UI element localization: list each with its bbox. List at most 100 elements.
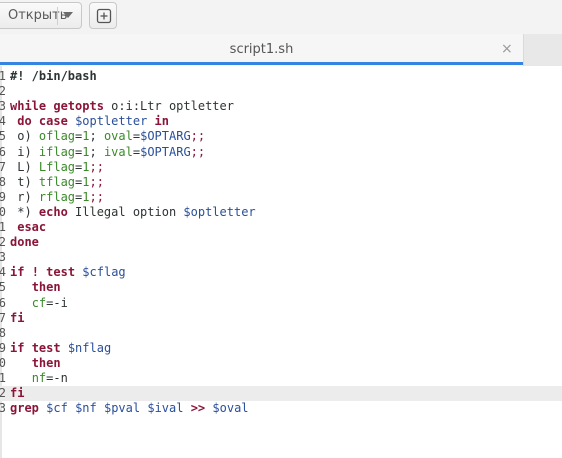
code-token: ; [89, 144, 104, 159]
line-number: 1 [0, 220, 6, 234]
line-number: 9 [0, 340, 6, 355]
code-line[interactable]: 1 #! /bin/bash [0, 69, 562, 84]
code-token: ival [103, 144, 133, 159]
code-line[interactable]: 4 do case $optletter in [0, 114, 562, 129]
code-token: iflag [38, 144, 76, 159]
line-number: 3 [0, 99, 6, 114]
code-token: then [31, 355, 61, 370]
code-token: rflag [38, 189, 76, 204]
code-line[interactable]: 3 while getopts o:i:Ltr optletter [0, 99, 562, 114]
code-token: ! [31, 265, 39, 280]
line-number: 1 [0, 69, 6, 83]
line-code: grep $cf $nf $pval $ival >> $oval [10, 401, 249, 416]
code-token: test [46, 265, 76, 280]
line-number: 1 [0, 371, 6, 385]
code-line[interactable]: 0 then [0, 356, 562, 371]
line-code: o) oflag=1; oval=$OPTARG;; [10, 129, 205, 144]
code-line[interactable]: 9 r) rflag=1;; [0, 190, 562, 205]
new-document-icon [96, 8, 112, 24]
line-code: do case $optletter in [10, 114, 169, 129]
close-icon[interactable]: × [501, 41, 513, 57]
code-token: ;; [190, 129, 206, 144]
code-line[interactable]: 2 [0, 84, 562, 99]
code-line[interactable]: 3 [0, 250, 562, 265]
line-code: while getopts o:i:Ltr optletter [10, 99, 234, 114]
code-token: t) [10, 174, 39, 189]
code-line[interactable]: 3 grep $cf $nf $pval $ival >> $oval [0, 401, 562, 416]
code-token: >> [190, 401, 206, 416]
code-token: ;; [89, 159, 104, 174]
code-line[interactable]: 2 fi [0, 386, 562, 402]
line-number: 2 [0, 386, 6, 401]
code-token: done [10, 235, 39, 250]
code-line[interactable]: 5 then [0, 280, 562, 295]
active-tab-indicator [0, 62, 523, 65]
code-token: do [17, 114, 32, 129]
code-token: #! /bin/bash [10, 69, 97, 83]
code-line[interactable]: 2 done [0, 235, 562, 250]
code-token: fi [10, 310, 25, 325]
code-token: 1 [82, 144, 90, 159]
line-code: fi [10, 311, 24, 326]
code-token: then [31, 280, 61, 295]
line-number: 8 [0, 325, 6, 340]
code-token: 1 [82, 159, 90, 174]
code-token: tflag [38, 174, 76, 189]
code-line[interactable]: 6 cf=-i [0, 296, 562, 311]
code-token: 1 [82, 174, 90, 189]
open-button[interactable]: Открыть [0, 2, 82, 29]
line-number: 5 [0, 280, 6, 295]
line-number: 6 [0, 295, 6, 310]
line-code: #! /bin/bash [10, 69, 97, 84]
code-token: oval [103, 129, 133, 144]
line-code: t) tflag=1;; [10, 175, 104, 190]
code-line[interactable]: 5 o) oflag=1; oval=$OPTARG;; [0, 129, 562, 144]
line-code: then [10, 356, 61, 371]
line-code: r) rflag=1;; [10, 190, 104, 205]
code-line[interactable]: 7 L) Lflag=1;; [0, 160, 562, 175]
code-token: o:i:Ltr optletter [103, 99, 234, 114]
code-editor[interactable]: 1 #! /bin/bash 2 3 while getopts o:i:Ltr opt… [0, 66, 562, 458]
code-line[interactable]: 6 i) iflag=1; ival=$OPTARG;; [0, 145, 562, 160]
code-token: *) [10, 204, 39, 219]
code-token: ;; [190, 144, 206, 159]
code-line[interactable]: 4 if ! test $cflag [0, 265, 562, 280]
line-number: 2 [0, 235, 6, 250]
code-line[interactable]: 1 nf=-n [0, 371, 562, 386]
code-line[interactable]: 8 t) tflag=1;; [0, 175, 562, 190]
code-token: $OPTARG [140, 129, 191, 144]
line-code: if test $nflag [10, 341, 111, 356]
code-token: =-n [46, 371, 68, 385]
code-token: = [132, 144, 141, 159]
code-token: $ival [147, 401, 184, 416]
code-token: Illegal option [67, 204, 184, 219]
code-line[interactable]: 8 [0, 326, 562, 341]
code-token: $optletter [183, 204, 256, 219]
new-document-button[interactable] [89, 2, 117, 29]
tab-title: script1.sh [229, 42, 294, 57]
code-token: $nflag [67, 340, 112, 355]
line-code: *) echo Illegal option $optletter [10, 204, 256, 220]
code-token: nf [31, 371, 47, 385]
chevron-down-icon[interactable] [63, 12, 73, 18]
code-line[interactable]: 7 fi [0, 311, 562, 326]
code-token: i) [10, 144, 39, 159]
line-number: 6 [0, 144, 6, 159]
line-number: 4 [0, 265, 6, 280]
code-line[interactable]: 9 if test $nflag [0, 341, 562, 356]
line-code: i) iflag=1; ival=$OPTARG;; [10, 145, 205, 160]
code-line[interactable]: 0 *) echo Illegal option $optletter [0, 205, 562, 220]
line-code: esac [10, 220, 46, 235]
code-line[interactable]: 1 esac [0, 220, 562, 235]
code-token: L) [10, 159, 39, 174]
code-token: if [10, 265, 25, 280]
code-token: esac [17, 220, 47, 234]
line-number: 0 [0, 204, 6, 219]
